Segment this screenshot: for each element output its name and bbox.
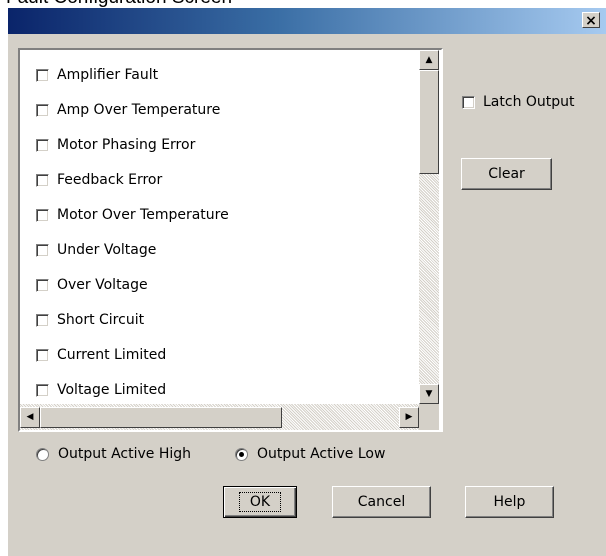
output-active-high-label: Output Active High bbox=[58, 446, 192, 462]
radio-dot-icon bbox=[239, 451, 244, 457]
clear-button[interactable]: Clear bbox=[461, 158, 552, 190]
fault-item-motor-over-temperature[interactable]: Motor Over Temperature bbox=[36, 204, 229, 226]
scroll-left-button[interactable]: ◀ bbox=[20, 407, 40, 428]
fault-item-amp-over-temperature[interactable]: Amp Over Temperature bbox=[36, 99, 220, 121]
checkbox-icon[interactable] bbox=[36, 68, 49, 82]
fault-item-label: Current Limited bbox=[57, 347, 167, 363]
fault-item-over-voltage[interactable]: Over Voltage bbox=[36, 274, 148, 296]
fault-item-feedback-error[interactable]: Feedback Error bbox=[36, 169, 162, 191]
fault-item-label: Short Circuit bbox=[57, 312, 145, 328]
vertical-scrollbar[interactable]: ▲ ▼ bbox=[419, 50, 439, 404]
fault-configuration-dialog: × Amplifier Fault Amp Over Temperature M… bbox=[8, 8, 606, 556]
output-active-low-label: Output Active Low bbox=[257, 446, 386, 462]
fault-item-current-limited[interactable]: Current Limited bbox=[36, 344, 166, 366]
scrollbar-corner bbox=[419, 404, 439, 430]
horizontal-scrollbar[interactable]: ◀ ▶ bbox=[20, 404, 419, 430]
clear-button-label: Clear bbox=[488, 166, 525, 182]
checkbox-icon[interactable] bbox=[36, 103, 49, 117]
checkbox-icon[interactable] bbox=[36, 173, 49, 187]
fault-item-label: Motor Phasing Error bbox=[57, 137, 196, 153]
up-arrow-icon: ▲ bbox=[425, 54, 433, 65]
down-arrow-icon: ▼ bbox=[425, 388, 433, 399]
fault-item-label: Motor Over Temperature bbox=[57, 207, 229, 223]
ok-button[interactable]: OK bbox=[223, 486, 297, 518]
fault-item-label: Amp Over Temperature bbox=[57, 102, 221, 118]
radio-selected-icon[interactable] bbox=[235, 447, 248, 461]
fault-item-label: Feedback Error bbox=[57, 172, 163, 188]
checkbox-icon[interactable] bbox=[36, 278, 49, 292]
fault-item-motor-phasing-error[interactable]: Motor Phasing Error bbox=[36, 134, 195, 156]
fault-item-amplifier-fault[interactable]: Amplifier Fault bbox=[36, 64, 158, 86]
checkbox-icon[interactable] bbox=[36, 138, 49, 152]
output-active-high-radio[interactable]: Output Active High bbox=[36, 446, 191, 462]
checkbox-icon[interactable] bbox=[36, 313, 49, 327]
checkbox-icon[interactable] bbox=[36, 348, 49, 362]
help-button-label: Help bbox=[493, 494, 526, 510]
right-arrow-icon: ▶ bbox=[405, 412, 413, 422]
fault-item-label: Under Voltage bbox=[57, 242, 157, 258]
scroll-up-button[interactable]: ▲ bbox=[419, 50, 439, 70]
fault-item-label: Amplifier Fault bbox=[57, 67, 159, 83]
checkbox-icon[interactable] bbox=[462, 95, 475, 109]
cancel-button-label: Cancel bbox=[357, 494, 406, 510]
close-button[interactable]: × bbox=[582, 12, 600, 29]
window-caption: Fault Configuration Screen bbox=[0, 0, 606, 8]
checkbox-icon[interactable] bbox=[36, 208, 49, 222]
latch-output-checkbox[interactable]: Latch Output bbox=[462, 94, 575, 110]
checkbox-icon[interactable] bbox=[36, 383, 49, 397]
scroll-down-button[interactable]: ▼ bbox=[419, 384, 439, 404]
ok-button-label: OK bbox=[238, 492, 282, 512]
title-bar[interactable]: × bbox=[8, 8, 606, 34]
output-active-low-radio[interactable]: Output Active Low bbox=[235, 446, 385, 462]
latch-output-label: Latch Output bbox=[483, 94, 575, 110]
window-title: Fault Configuration Screen bbox=[6, 0, 232, 8]
fault-item-label: Voltage Limited bbox=[57, 382, 167, 398]
fault-item-label: Over Voltage bbox=[57, 277, 148, 293]
left-arrow-icon: ◀ bbox=[26, 412, 34, 422]
scroll-right-button[interactable]: ▶ bbox=[399, 407, 419, 428]
radio-unselected-icon[interactable] bbox=[36, 447, 49, 461]
fault-item-voltage-limited[interactable]: Voltage Limited bbox=[36, 379, 166, 401]
checkbox-icon[interactable] bbox=[36, 243, 49, 257]
fault-list[interactable]: Amplifier Fault Amp Over Temperature Mot… bbox=[18, 48, 443, 432]
cancel-button[interactable]: Cancel bbox=[332, 486, 431, 518]
fault-item-under-voltage[interactable]: Under Voltage bbox=[36, 239, 156, 261]
horizontal-scroll-thumb[interactable] bbox=[40, 407, 282, 428]
help-button[interactable]: Help bbox=[465, 486, 554, 518]
fault-list-items: Amplifier Fault Amp Over Temperature Mot… bbox=[20, 50, 419, 404]
close-icon: × bbox=[585, 13, 597, 29]
fault-item-short-circuit[interactable]: Short Circuit bbox=[36, 309, 144, 331]
vertical-scroll-thumb[interactable] bbox=[419, 70, 439, 174]
